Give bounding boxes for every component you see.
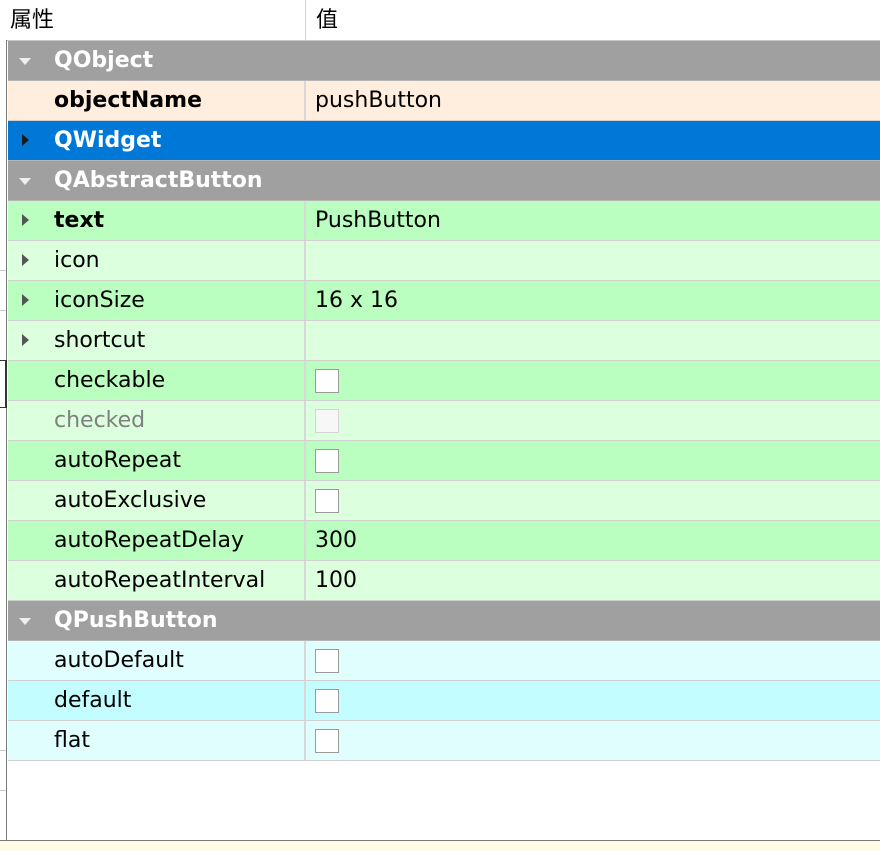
property-value-text[interactable]: PushButton bbox=[306, 201, 880, 240]
property-row-text[interactable]: text PushButton bbox=[8, 201, 880, 241]
property-row-autorepeatinterval[interactable]: autoRepeatInterval 100 bbox=[8, 561, 880, 601]
group-label: QObject bbox=[54, 48, 154, 73]
property-column-header[interactable]: 属性 bbox=[0, 0, 306, 40]
group-label: QAbstractButton bbox=[54, 168, 263, 193]
triangle-down-icon[interactable] bbox=[19, 618, 31, 625]
group-qobject[interactable]: QObject bbox=[8, 41, 880, 81]
property-row-autorepeat[interactable]: autoRepeat bbox=[8, 441, 880, 481]
triangle-right-icon[interactable] bbox=[22, 214, 29, 226]
property-label: autoExclusive bbox=[54, 488, 207, 513]
property-row-autoexclusive[interactable]: autoExclusive bbox=[8, 481, 880, 521]
divider bbox=[0, 750, 6, 751]
divider bbox=[0, 270, 6, 271]
group-label: QWidget bbox=[54, 128, 162, 153]
property-tree: QObject objectName pushButton QWidget QA… bbox=[8, 41, 880, 761]
default-checkbox[interactable] bbox=[315, 689, 339, 713]
property-row-flat[interactable]: flat bbox=[8, 721, 880, 761]
property-label: text bbox=[54, 208, 105, 233]
property-row-checked: checked bbox=[8, 401, 880, 441]
autoexclusive-checkbox[interactable] bbox=[315, 489, 339, 513]
property-value-iconsize[interactable]: 16 x 16 bbox=[306, 281, 880, 320]
flat-checkbox[interactable] bbox=[315, 729, 339, 753]
group-qwidget[interactable]: QWidget bbox=[8, 121, 880, 161]
property-label: icon bbox=[54, 248, 100, 273]
autodefault-checkbox[interactable] bbox=[315, 649, 339, 673]
property-label: autoDefault bbox=[54, 648, 184, 673]
group-qpushbutton[interactable]: QPushButton bbox=[8, 601, 880, 641]
splitter-handle[interactable] bbox=[0, 360, 7, 408]
property-row-objectname[interactable]: objectName pushButton bbox=[8, 81, 880, 121]
property-label: checked bbox=[54, 408, 146, 433]
triangle-right-icon[interactable] bbox=[22, 254, 29, 266]
property-label: shortcut bbox=[54, 328, 146, 353]
checkable-checkbox[interactable] bbox=[315, 369, 339, 393]
property-row-checkable[interactable]: checkable bbox=[8, 361, 880, 401]
property-value-autorepeatinterval[interactable]: 100 bbox=[306, 561, 880, 600]
triangle-down-icon[interactable] bbox=[19, 178, 31, 185]
checked-checkbox bbox=[315, 409, 339, 433]
property-value-icon[interactable] bbox=[306, 241, 880, 280]
bottom-status-strip bbox=[0, 840, 880, 851]
property-row-default[interactable]: default bbox=[8, 681, 880, 721]
triangle-right-icon[interactable] bbox=[22, 334, 29, 346]
property-row-autorepeatdelay[interactable]: autoRepeatDelay 300 bbox=[8, 521, 880, 561]
group-label: QPushButton bbox=[54, 608, 218, 633]
autorepeat-checkbox[interactable] bbox=[315, 449, 339, 473]
property-row-iconsize[interactable]: iconSize 16 x 16 bbox=[8, 281, 880, 321]
property-value-shortcut[interactable] bbox=[306, 321, 880, 360]
property-row-shortcut[interactable]: shortcut bbox=[8, 321, 880, 361]
property-label: iconSize bbox=[54, 288, 145, 313]
property-label: default bbox=[54, 688, 132, 713]
property-label: autoRepeatInterval bbox=[54, 568, 266, 593]
property-label: autoRepeatDelay bbox=[54, 528, 245, 553]
left-splitter-strip[interactable] bbox=[0, 40, 7, 850]
property-label: objectName bbox=[54, 88, 202, 113]
property-label: flat bbox=[54, 728, 90, 753]
triangle-down-icon[interactable] bbox=[19, 58, 31, 65]
property-value-objectname[interactable]: pushButton bbox=[306, 81, 880, 120]
property-row-autodefault[interactable]: autoDefault bbox=[8, 641, 880, 681]
triangle-right-icon[interactable] bbox=[22, 134, 29, 146]
triangle-right-icon[interactable] bbox=[22, 294, 29, 306]
property-value-autorepeatdelay[interactable]: 300 bbox=[306, 521, 880, 560]
group-qabstractbutton[interactable]: QAbstractButton bbox=[8, 161, 880, 201]
property-editor-header: 属性 值 bbox=[0, 0, 880, 41]
property-label: checkable bbox=[54, 368, 166, 393]
divider bbox=[0, 790, 6, 791]
property-row-icon[interactable]: icon bbox=[8, 241, 880, 281]
value-column-header[interactable]: 值 bbox=[306, 0, 880, 40]
property-label: autoRepeat bbox=[54, 448, 181, 473]
divider bbox=[0, 310, 6, 311]
